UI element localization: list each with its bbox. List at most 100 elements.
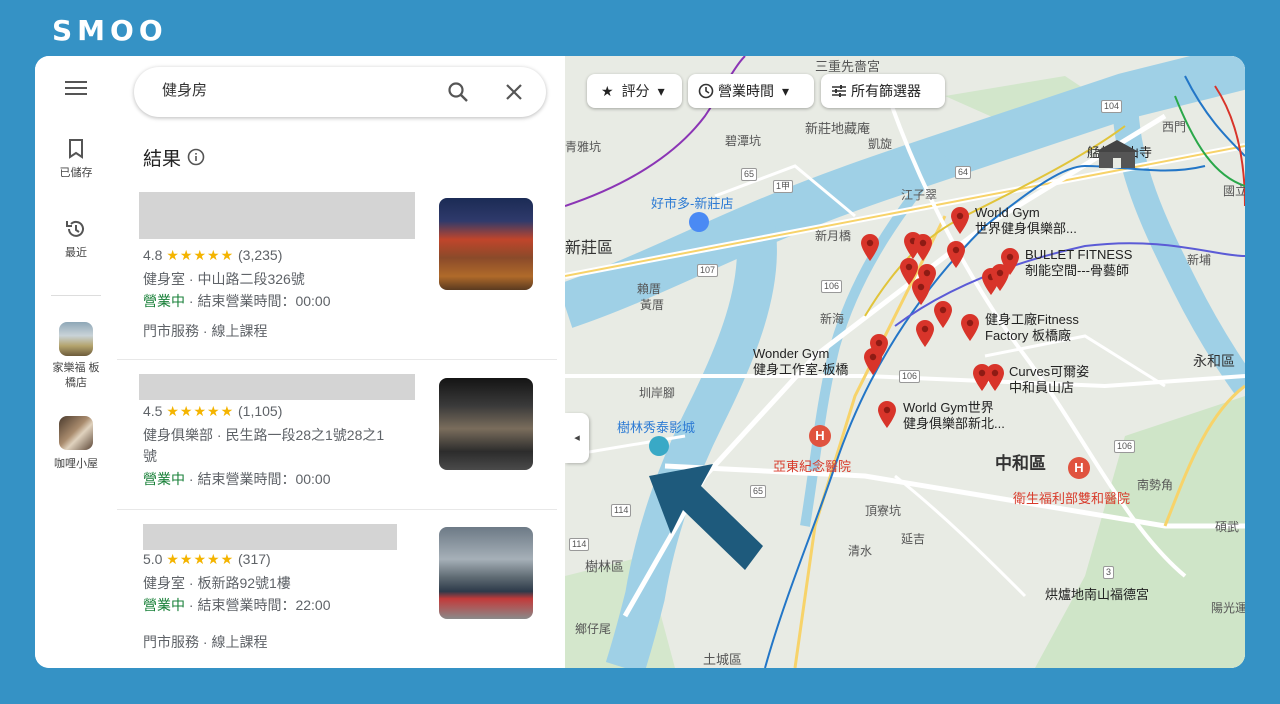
rating-row: 4.8 ★★★★★ (3,235) bbox=[143, 247, 282, 264]
map-pin-icon[interactable] bbox=[910, 276, 932, 306]
place-label: 賴厝 bbox=[637, 282, 662, 296]
map-pin-icon[interactable] bbox=[945, 239, 967, 269]
place-label: 江子翠 bbox=[901, 188, 938, 202]
place-label: 陽光運 bbox=[1211, 601, 1245, 615]
filter-rating-chip[interactable]: ★ 評分 ▾ bbox=[587, 74, 682, 108]
filter-hours-chip[interactable]: 營業時間 ▾ bbox=[688, 74, 814, 108]
district-zhonghe: 中和區 bbox=[995, 454, 1046, 473]
map-pin-icon[interactable] bbox=[862, 346, 884, 376]
place-label: 南勢角 bbox=[1137, 478, 1174, 492]
carrefour-thumbnail bbox=[59, 322, 93, 356]
saved-place-carrefour[interactable]: 家樂福 板 橋店 bbox=[35, 322, 117, 391]
road-shield: 65 bbox=[741, 168, 758, 181]
poi-bullet-fitness[interactable]: BULLET FITNESS 剞能空間---骨藝師 bbox=[1025, 247, 1132, 279]
map-pin-icon[interactable] bbox=[859, 232, 881, 262]
all-filters-chip[interactable]: 所有篩選器 bbox=[821, 74, 945, 108]
cinema-icon[interactable] bbox=[649, 436, 669, 456]
results-panel: 結果 4.8 ★★★★★ (3,235) 健身室 · 中山路二段326號 營業中… bbox=[117, 56, 565, 668]
history-icon bbox=[66, 220, 84, 237]
filter-hours-label: 營業時間 bbox=[718, 83, 774, 99]
map-view[interactable]: ★ 評分 ▾ 營業時間 ▾ 所有篩選器 新莊區 中和區 永和區 樹林區 土城區 … bbox=[565, 56, 1245, 668]
hospital-icon[interactable]: H bbox=[809, 425, 831, 447]
results-heading: 結果 bbox=[143, 149, 182, 170]
result-photo[interactable] bbox=[439, 527, 533, 619]
place-label: 黃厝 bbox=[640, 298, 665, 312]
search-box bbox=[134, 67, 546, 117]
hospital-icon[interactable]: H bbox=[1068, 457, 1090, 479]
arrow-icon bbox=[649, 464, 763, 570]
poi-curves[interactable]: Curves可爾姿 中和員山店 bbox=[1009, 364, 1089, 396]
saved-button[interactable]: 已儲存 bbox=[35, 138, 117, 180]
poi-fitness-factory[interactable]: 健身工廠Fitness Factory 板橋廠 bbox=[985, 312, 1079, 344]
road-shield: 106 bbox=[899, 370, 921, 383]
poi-worldgym-2[interactable]: World Gym世界 健身俱樂部新北... bbox=[903, 400, 1005, 432]
place-label: 新海 bbox=[820, 312, 845, 326]
map-pin-icon[interactable] bbox=[989, 262, 1011, 292]
search-icon[interactable] bbox=[446, 80, 470, 104]
bookmark-icon bbox=[69, 139, 83, 159]
result-photo[interactable] bbox=[439, 198, 533, 290]
place-label: 新月橋 bbox=[815, 229, 852, 243]
curry-label: 咖哩小屋 bbox=[54, 458, 98, 470]
place-label: 碩武 bbox=[1215, 520, 1240, 534]
category-address: 健身室 · 板新路92號1樓 bbox=[143, 575, 291, 591]
road-shield: 106 bbox=[821, 280, 843, 293]
map-pin-icon[interactable] bbox=[984, 362, 1006, 392]
info-icon[interactable] bbox=[187, 148, 205, 166]
clock-icon bbox=[698, 83, 714, 99]
shopping-icon[interactable] bbox=[689, 212, 709, 232]
menu-button[interactable] bbox=[35, 80, 117, 100]
closing-time: · 結束營業時間：22:00 bbox=[185, 597, 331, 613]
place-label: 新莊地藏庵 bbox=[805, 121, 871, 136]
result-photo[interactable] bbox=[439, 378, 533, 470]
app-window: 已儲存 最近 家樂福 板 橋店 咖哩小屋 結果 4.8 ★★ bbox=[35, 56, 1245, 668]
star-icon: ★ bbox=[601, 82, 614, 99]
service-tags: 門市服務 · 線上課程 bbox=[143, 323, 268, 339]
review-count: (317) bbox=[238, 551, 271, 567]
result-card-1[interactable]: 4.8 ★★★★★ (3,235) 健身室 · 中山路二段326號 營業中 · … bbox=[117, 180, 557, 360]
saved-label: 已儲存 bbox=[59, 167, 93, 179]
road-shield: 114 bbox=[569, 538, 590, 551]
place-label: 樹林秀泰影城 bbox=[617, 420, 696, 435]
service-tags: 門市服務 · 線上課程 bbox=[143, 634, 268, 650]
result-card-2[interactable]: 4.5 ★★★★★ (1,105) 健身俱樂部 · 民生路一段28之1號28之1… bbox=[117, 359, 557, 510]
brand-logo: SMOO bbox=[52, 14, 168, 47]
filter-rating-label: 評分 bbox=[621, 83, 650, 99]
map-pin-icon[interactable] bbox=[914, 318, 936, 348]
dropdown-arrow-icon: ▾ bbox=[782, 82, 790, 99]
poi-wonder-gym[interactable]: Wonder Gym 健身工作室-板橋 bbox=[753, 346, 848, 378]
place-label: 青雅坑 bbox=[565, 140, 602, 154]
recent-label: 最近 bbox=[65, 247, 87, 259]
review-count: (3,235) bbox=[238, 247, 283, 263]
district-shulin: 樹林區 bbox=[585, 559, 625, 574]
search-input[interactable] bbox=[160, 80, 424, 99]
map-pin-icon[interactable] bbox=[959, 312, 981, 342]
result-card-3[interactable]: 5.0 ★★★★★ (317) 健身室 · 板新路92號1樓 營業中 · 結束營… bbox=[117, 509, 557, 668]
redacted-title bbox=[139, 374, 415, 400]
star-rating: ★★★★★ bbox=[166, 403, 235, 419]
collapse-panel-button[interactable]: ◂ bbox=[565, 413, 589, 463]
category-address: 健身室 · 中山路二段326號 bbox=[143, 271, 305, 287]
redacted-title bbox=[139, 192, 415, 239]
saved-place-curry[interactable]: 咖哩小屋 bbox=[35, 416, 117, 471]
district-tucheng: 土城區 bbox=[703, 652, 743, 667]
star-rating: ★★★★★ bbox=[166, 247, 235, 263]
left-rail: 已儲存 最近 家樂福 板 橋店 咖哩小屋 bbox=[35, 56, 118, 668]
all-filters-label: 所有篩選器 bbox=[851, 83, 921, 99]
rating-value: 4.8 bbox=[143, 247, 163, 263]
district-yonghe: 永和區 bbox=[1193, 353, 1235, 369]
road-shield: 104 bbox=[1101, 100, 1123, 113]
road-shield: 3 bbox=[1103, 566, 1115, 579]
map-pin-icon[interactable] bbox=[949, 205, 971, 235]
rating-value: 5.0 bbox=[143, 551, 163, 567]
road-shield: 107 bbox=[697, 264, 719, 277]
hospital-label: 亞東紀念醫院 bbox=[773, 459, 852, 474]
poi-worldgym-1[interactable]: World Gym 世界健身俱樂部... bbox=[975, 205, 1077, 237]
open-status: 營業中 bbox=[143, 597, 185, 613]
recent-button[interactable]: 最近 bbox=[35, 218, 117, 260]
place-label: 國立 bbox=[1223, 184, 1245, 198]
close-icon[interactable] bbox=[504, 82, 524, 102]
map-pin-icon[interactable] bbox=[876, 399, 898, 429]
dropdown-arrow-icon: ▾ bbox=[657, 82, 665, 99]
rail-divider bbox=[51, 295, 101, 296]
